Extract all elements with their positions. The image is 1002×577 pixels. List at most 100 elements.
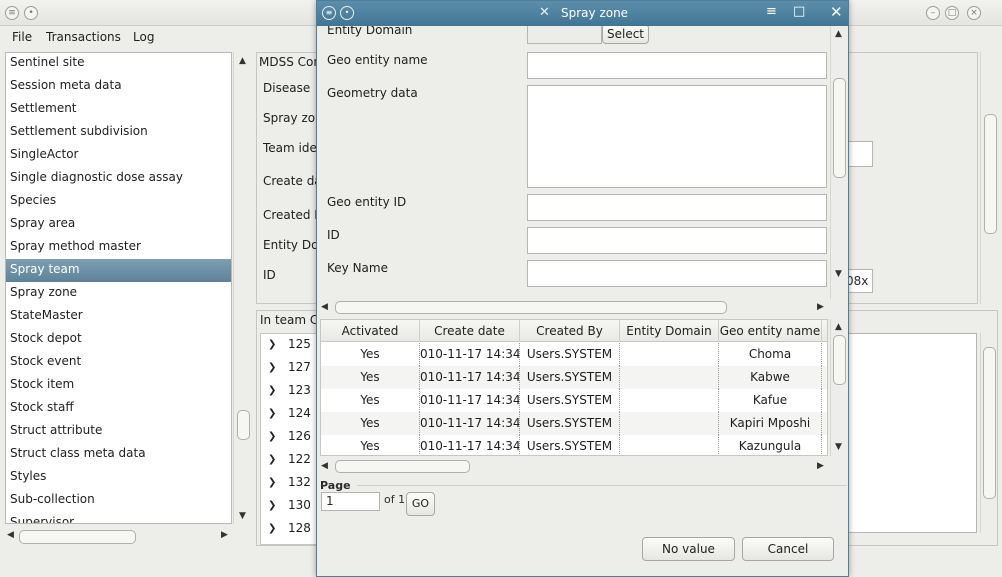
dialog-sticky-icon[interactable]: • xyxy=(340,6,354,20)
table-row[interactable]: Yes 010-11-17 14:34: Users.SYSTEM Kabwe xyxy=(321,366,827,389)
entity-list-vscrollbar[interactable]: ▲ ▼ xyxy=(233,52,251,524)
geo-entity-id-input[interactable] xyxy=(527,194,827,221)
in-team-label: In team C xyxy=(260,313,319,327)
scroll-thumb[interactable] xyxy=(833,335,846,385)
go-button[interactable]: GO xyxy=(406,492,435,516)
column-header[interactable]: Activated xyxy=(321,320,420,342)
scroll-left-icon[interactable]: ◀ xyxy=(7,531,14,540)
expand-chevron-icon[interactable]: ❯ xyxy=(268,517,276,540)
scroll-right-icon[interactable]: ▶ xyxy=(817,462,824,471)
scroll-down-icon[interactable]: ▼ xyxy=(239,512,246,521)
entity-list-item[interactable]: Sentinel site xyxy=(6,53,231,75)
entity-list-item[interactable]: Spray area xyxy=(6,213,231,236)
menu-file[interactable]: File xyxy=(12,30,32,44)
entity-list-item[interactable]: Spray team xyxy=(6,259,231,282)
scroll-thumb[interactable] xyxy=(19,530,136,544)
dialog-menu-icon[interactable]: ≡ xyxy=(322,6,336,20)
column-header[interactable]: Created By xyxy=(520,320,620,342)
scroll-down-icon[interactable]: ▼ xyxy=(835,443,842,452)
team-vscrollbar[interactable] xyxy=(980,333,996,533)
form-vscrollbar[interactable]: ▲ ▼ xyxy=(830,26,846,299)
geometry-data-textarea[interactable] xyxy=(527,85,827,188)
column-header[interactable]: Create date xyxy=(420,320,520,342)
scroll-thumb[interactable] xyxy=(335,301,727,314)
grid-hscrollbar[interactable]: ◀ ▶ xyxy=(319,458,828,474)
maximize-icon[interactable]: □ xyxy=(945,6,959,20)
entity-list-item[interactable]: Styles xyxy=(6,466,231,489)
scroll-thumb[interactable] xyxy=(983,347,996,499)
entity-list-item[interactable]: Settlement subdivision xyxy=(6,121,231,144)
expand-chevron-icon[interactable]: ❯ xyxy=(268,471,276,494)
scroll-down-icon[interactable]: ▼ xyxy=(835,270,842,279)
entity-list-item[interactable]: Stock item xyxy=(6,374,231,397)
scroll-right-icon[interactable]: ▶ xyxy=(817,303,824,312)
entity-list-item[interactable]: Stock event xyxy=(6,351,231,374)
close-icon[interactable]: × xyxy=(967,6,981,20)
entity-list-item[interactable]: Struct class meta data xyxy=(6,443,231,466)
table-row[interactable]: Yes 010-11-17 14:34: Users.SYSTEM Choma xyxy=(321,343,827,366)
table-cell: Kabwe xyxy=(719,366,822,389)
grid-vscrollbar[interactable]: ▲ ▼ xyxy=(830,319,846,456)
page-number-input[interactable]: 1 xyxy=(321,492,380,511)
entity-list-item[interactable]: Settlement xyxy=(6,98,231,121)
scroll-up-icon[interactable]: ▲ xyxy=(239,57,246,66)
table-row[interactable]: Yes 010-11-17 14:34: Users.SYSTEM Kapiri Mp… xyxy=(321,412,827,435)
window-menu-icon[interactable]: ≡ xyxy=(5,6,19,20)
no-value-button[interactable]: No value xyxy=(642,537,735,561)
entity-list-item[interactable]: Single diagnostic dose assay xyxy=(6,167,231,190)
dialog-menu-button-icon[interactable]: ≡ xyxy=(766,4,777,19)
id-input[interactable] xyxy=(527,227,827,254)
column-header[interactable]: Entity Domain xyxy=(620,320,719,342)
team-detail-area[interactable] xyxy=(843,333,977,533)
scroll-thumb[interactable] xyxy=(335,460,470,473)
column-header[interactable]: Geo entity name xyxy=(719,320,822,342)
table-row[interactable]: Yes 010-11-17 14:34: Users.SYSTEM Kafue xyxy=(321,389,827,412)
minimize-icon[interactable]: – xyxy=(926,6,940,20)
table-row[interactable]: Yes 010-11-17 14:34: Users.SYSTEM Kazungula xyxy=(321,435,827,455)
entity-list-item[interactable]: Sub-collection xyxy=(6,489,231,512)
scroll-left-icon[interactable]: ◀ xyxy=(321,462,328,471)
menu-transactions[interactable]: Transactions xyxy=(46,30,121,44)
scroll-left-icon[interactable]: ◀ xyxy=(321,303,328,312)
main-panel-vscrollbar[interactable] xyxy=(980,52,998,304)
scroll-thumb[interactable] xyxy=(984,114,997,234)
entity-list-item[interactable]: Supervisor xyxy=(6,512,231,523)
menu-log[interactable]: Log xyxy=(133,30,154,44)
team-member-id: 132 xyxy=(288,475,311,489)
window-sticky-icon[interactable]: • xyxy=(24,6,38,20)
expand-chevron-icon[interactable]: ❯ xyxy=(268,425,276,448)
expand-chevron-icon[interactable]: ❯ xyxy=(268,379,276,402)
scroll-thumb[interactable] xyxy=(833,78,846,178)
scroll-right-icon[interactable]: ▶ xyxy=(221,531,228,540)
entity-list-item[interactable]: Stock staff xyxy=(6,397,231,420)
section-title: MDSS Con xyxy=(259,55,321,69)
key-name-input[interactable] xyxy=(527,260,827,287)
page-of-label: of 1 xyxy=(384,493,406,506)
scroll-up-icon[interactable]: ▲ xyxy=(835,323,842,332)
dialog-maximize-icon[interactable]: □ xyxy=(793,4,805,19)
form-hscrollbar[interactable]: ◀ ▶ xyxy=(319,299,828,315)
entity-list-hscrollbar[interactable]: ◀ ▶ xyxy=(5,527,232,545)
entity-list-item[interactable]: Spray zone xyxy=(6,282,231,305)
geo-entity-name-input[interactable] xyxy=(527,52,827,79)
entity-list-item[interactable]: Struct attribute xyxy=(6,420,231,443)
expand-chevron-icon[interactable]: ❯ xyxy=(268,448,276,471)
select-button[interactable]: Select xyxy=(602,26,649,44)
dialog-app-icon: ✕ xyxy=(539,5,550,20)
expand-chevron-icon[interactable]: ❯ xyxy=(268,356,276,379)
results-grid: Activated Create date Created By Entity Dom… xyxy=(320,319,828,456)
entity-list-item[interactable]: Spray method master xyxy=(6,236,231,259)
entity-list-item[interactable]: Session meta data xyxy=(6,75,231,98)
entity-list-item[interactable]: SingleActor xyxy=(6,144,231,167)
entity-list-item[interactable]: Stock depot xyxy=(6,328,231,351)
expand-chevron-icon[interactable]: ❯ xyxy=(268,333,276,356)
scroll-up-icon[interactable]: ▲ xyxy=(835,30,842,39)
entity-list-item[interactable]: StateMaster xyxy=(6,305,231,328)
scroll-thumb[interactable] xyxy=(237,410,250,440)
entity-list-item[interactable]: Species xyxy=(6,190,231,213)
cancel-button[interactable]: Cancel xyxy=(742,537,834,561)
expand-chevron-icon[interactable]: ❯ xyxy=(268,494,276,517)
expand-chevron-icon[interactable]: ❯ xyxy=(268,402,276,425)
dialog-close-icon[interactable]: ✕ xyxy=(830,3,843,21)
entity-list: Sentinel site Session meta data Settlement… xyxy=(5,52,232,524)
